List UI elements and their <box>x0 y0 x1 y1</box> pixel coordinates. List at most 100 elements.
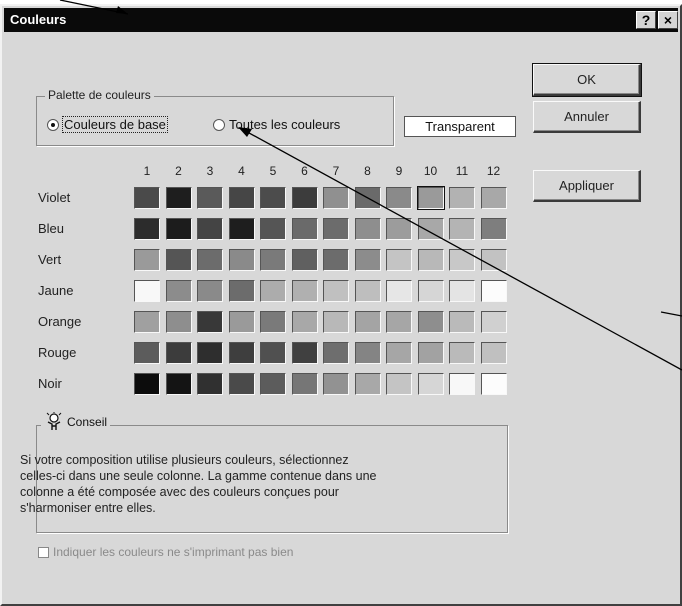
color-swatch[interactable] <box>165 280 192 302</box>
color-swatch[interactable] <box>449 187 475 209</box>
color-swatch[interactable] <box>386 218 412 240</box>
help-button[interactable]: ? <box>636 11 656 29</box>
color-swatch[interactable] <box>323 249 349 271</box>
color-swatch[interactable] <box>323 280 349 302</box>
color-swatch[interactable] <box>134 218 160 240</box>
color-swatch[interactable] <box>416 186 445 210</box>
color-swatch[interactable] <box>228 249 255 271</box>
color-swatch[interactable] <box>417 342 444 364</box>
color-swatch[interactable] <box>386 342 412 364</box>
color-swatch[interactable] <box>291 218 318 240</box>
lightbulb-person-icon <box>46 412 62 430</box>
color-swatch[interactable] <box>480 249 507 271</box>
color-swatch[interactable] <box>260 280 286 302</box>
color-swatch[interactable] <box>354 218 381 240</box>
print-warning-label: Indiquer les couleurs ne s'imprimant pas… <box>53 545 294 559</box>
color-swatch[interactable] <box>260 249 286 271</box>
color-swatch[interactable] <box>134 280 160 302</box>
color-swatch[interactable] <box>417 311 444 333</box>
color-swatch[interactable] <box>323 187 349 209</box>
color-swatch[interactable] <box>165 311 192 333</box>
color-swatch[interactable] <box>354 187 381 209</box>
tip-line: Si votre composition utilise plusieurs c… <box>20 453 349 467</box>
color-swatch[interactable] <box>480 311 507 333</box>
color-swatch[interactable] <box>228 187 255 209</box>
radio-dot-selected[interactable] <box>47 118 59 131</box>
color-swatch[interactable] <box>197 249 223 271</box>
checkbox-box[interactable] <box>38 546 49 558</box>
color-swatch[interactable] <box>165 342 192 364</box>
color-swatch[interactable] <box>260 218 286 240</box>
radio-all-colors[interactable]: Toutes les couleurs <box>213 117 340 132</box>
color-swatch[interactable] <box>449 311 475 333</box>
color-swatch[interactable] <box>165 373 192 395</box>
color-swatch[interactable] <box>197 342 223 364</box>
color-swatch[interactable] <box>480 187 507 209</box>
color-swatch[interactable] <box>417 280 444 302</box>
color-swatch[interactable] <box>165 249 192 271</box>
color-swatch[interactable] <box>260 311 286 333</box>
radio-basic-colors[interactable]: Couleurs de base <box>47 116 168 133</box>
color-swatch[interactable] <box>480 373 507 395</box>
color-swatch[interactable] <box>197 311 223 333</box>
close-button[interactable]: × <box>658 11 678 29</box>
color-swatch[interactable] <box>480 280 507 302</box>
title-bar[interactable]: Couleurs ? × <box>4 8 678 32</box>
color-swatch[interactable] <box>165 187 192 209</box>
ok-button[interactable]: OK <box>532 63 642 97</box>
color-swatch[interactable] <box>197 373 223 395</box>
color-swatch[interactable] <box>291 373 318 395</box>
color-swatch[interactable] <box>291 311 318 333</box>
color-swatch[interactable] <box>480 342 507 364</box>
color-swatch[interactable] <box>417 373 444 395</box>
color-swatch[interactable] <box>228 280 255 302</box>
color-swatch[interactable] <box>386 311 412 333</box>
cancel-button[interactable]: Annuler <box>533 101 641 133</box>
transparent-button[interactable]: Transparent <box>404 116 516 137</box>
color-swatch[interactable] <box>291 342 318 364</box>
color-swatch[interactable] <box>228 373 255 395</box>
color-swatch[interactable] <box>323 311 349 333</box>
color-swatch[interactable] <box>354 249 381 271</box>
color-swatch[interactable] <box>197 280 223 302</box>
color-swatch[interactable] <box>449 218 475 240</box>
color-swatch[interactable] <box>323 218 349 240</box>
color-swatch[interactable] <box>228 218 255 240</box>
radio-dot[interactable] <box>213 118 225 131</box>
print-warning-checkbox[interactable]: Indiquer les couleurs ne s'imprimant pas… <box>38 545 293 559</box>
color-swatch[interactable] <box>386 373 412 395</box>
color-swatch[interactable] <box>197 187 223 209</box>
color-swatch[interactable] <box>449 249 475 271</box>
color-swatch[interactable] <box>165 218 192 240</box>
color-swatch[interactable] <box>291 187 318 209</box>
color-swatch[interactable] <box>417 249 444 271</box>
color-swatch[interactable] <box>480 218 507 240</box>
color-swatch[interactable] <box>228 311 255 333</box>
color-swatch[interactable] <box>260 187 286 209</box>
color-swatch[interactable] <box>134 187 160 209</box>
color-swatch[interactable] <box>417 218 444 240</box>
color-swatch[interactable] <box>134 373 160 395</box>
color-swatch[interactable] <box>260 373 286 395</box>
color-swatch[interactable] <box>354 373 381 395</box>
color-swatch[interactable] <box>134 249 160 271</box>
color-swatch[interactable] <box>134 342 160 364</box>
color-swatch[interactable] <box>323 373 349 395</box>
apply-button[interactable]: Appliquer <box>533 170 641 202</box>
color-swatch[interactable] <box>386 249 412 271</box>
color-swatch[interactable] <box>354 342 381 364</box>
color-swatch[interactable] <box>134 311 160 333</box>
color-swatch[interactable] <box>449 342 475 364</box>
color-swatch[interactable] <box>386 280 412 302</box>
color-swatch[interactable] <box>449 280 475 302</box>
color-swatch[interactable] <box>449 373 475 395</box>
color-swatch[interactable] <box>228 342 255 364</box>
color-swatch[interactable] <box>354 280 381 302</box>
color-swatch[interactable] <box>291 280 318 302</box>
color-swatch[interactable] <box>323 342 349 364</box>
color-swatch[interactable] <box>386 187 412 209</box>
color-swatch[interactable] <box>291 249 318 271</box>
color-swatch[interactable] <box>354 311 381 333</box>
color-swatch[interactable] <box>260 342 286 364</box>
color-swatch[interactable] <box>197 218 223 240</box>
